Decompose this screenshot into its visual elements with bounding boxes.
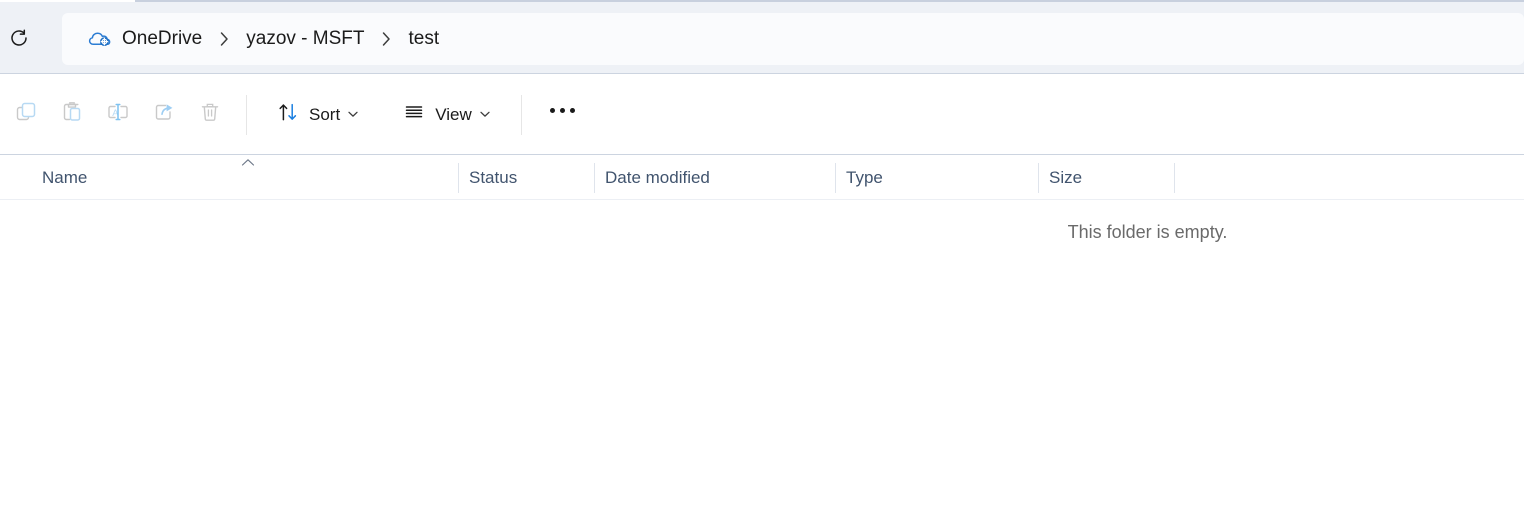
- onedrive-cloud-icon: [88, 29, 112, 49]
- column-label: Status: [469, 167, 518, 187]
- empty-folder-message: This folder is empty.: [1067, 222, 1228, 242]
- column-label: Date modified: [605, 167, 710, 187]
- rename-icon: A: [105, 100, 131, 129]
- column-label: Size: [1049, 167, 1083, 187]
- share-icon: [152, 100, 177, 129]
- breadcrumb-test[interactable]: test: [400, 21, 447, 57]
- command-toolbar: A Sort View: [0, 75, 1524, 154]
- rename-button[interactable]: A: [95, 95, 141, 135]
- copy-icon: [14, 100, 38, 129]
- breadcrumb-label: OneDrive: [122, 28, 203, 49]
- file-list-area[interactable]: This folder is empty.: [0, 200, 1524, 513]
- paste-icon: [60, 100, 84, 129]
- chevron-down-icon: [479, 105, 491, 125]
- breadcrumb-chevron-right-icon-1[interactable]: [210, 21, 238, 57]
- column-label: Name: [42, 167, 88, 187]
- file-explorer-window: OneDrive yazov - MSFT test A Sort View N…: [0, 0, 1524, 513]
- breadcrumb-yazov-msft[interactable]: yazov - MSFT: [238, 21, 372, 57]
- toolbar-divider-2: [520, 94, 522, 135]
- breadcrumb-onedrive[interactable]: OneDrive: [80, 21, 210, 57]
- chevron-up-icon: [241, 154, 255, 166]
- breadcrumb-chevron-right-icon-2[interactable]: [372, 21, 400, 57]
- ellipsis-icon: [550, 108, 576, 113]
- toolbar-divider-1: [246, 94, 247, 135]
- sort-button[interactable]: Sort: [269, 95, 369, 135]
- column-header-date-modified[interactable]: Date modified: [595, 155, 835, 200]
- view-button[interactable]: View: [395, 95, 501, 135]
- column-header-status[interactable]: Status: [459, 155, 594, 200]
- delete-button[interactable]: [187, 95, 233, 135]
- column-header-size[interactable]: Size: [1039, 155, 1174, 200]
- column-header-row: Name Status Date modified Type Size: [0, 155, 1524, 200]
- share-button[interactable]: [141, 95, 187, 135]
- sort-arrows-icon: [277, 101, 299, 128]
- copy-button[interactable]: [3, 95, 49, 135]
- address-bar[interactable]: OneDrive yazov - MSFT test: [62, 13, 1524, 65]
- column-divider-5[interactable]: [1174, 163, 1175, 193]
- see-more-button[interactable]: [540, 95, 586, 135]
- list-lines-icon: [403, 101, 425, 128]
- refresh-icon: [8, 27, 30, 54]
- column-header-type[interactable]: Type: [836, 155, 1038, 200]
- column-label: Type: [846, 167, 883, 187]
- paste-button[interactable]: [49, 95, 95, 135]
- chevron-down-icon: [347, 105, 359, 125]
- breadcrumb-label: yazov - MSFT: [246, 28, 365, 49]
- sort-label: Sort: [309, 104, 341, 124]
- view-label: View: [435, 104, 472, 124]
- breadcrumb-label: test: [408, 28, 440, 49]
- refresh-button[interactable]: [1, 22, 37, 58]
- navigation-bar: OneDrive yazov - MSFT test: [0, 2, 1524, 74]
- trash-icon: [198, 100, 222, 129]
